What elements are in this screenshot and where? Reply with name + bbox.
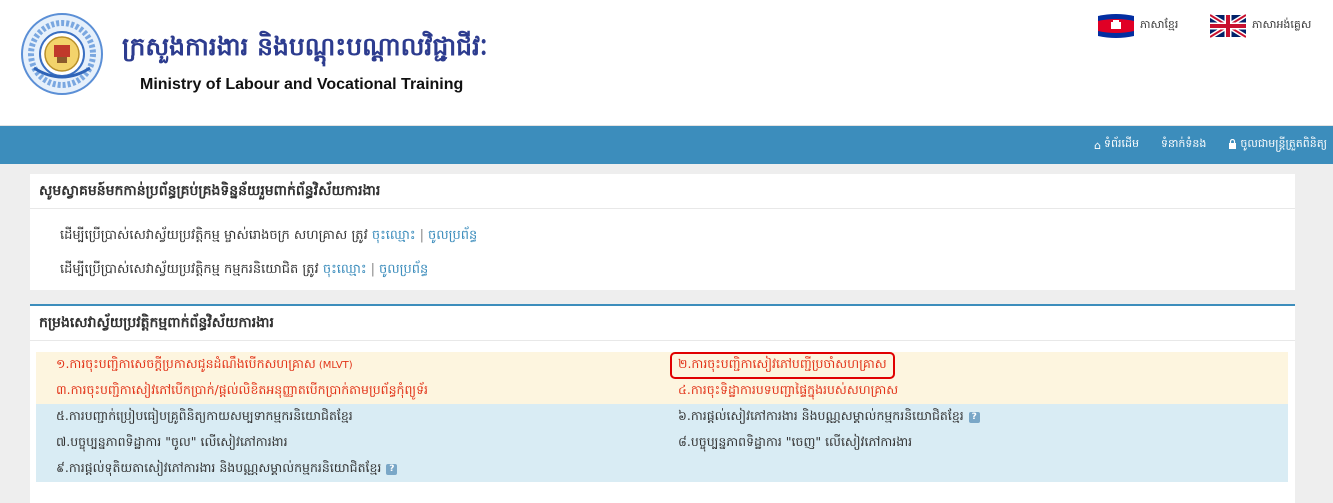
service-row: ៣.ការចុះបញ្ជិកាសៀវភៅបើកប្រាក់/ផ្តល់លិខិត… [36, 378, 1288, 404]
home-icon: ⌂ [1094, 138, 1102, 152]
service-link-2[interactable]: ២.ការចុះបញ្ជិកាសៀវភៅបញ្ជីប្រចាំសហគ្រាស [670, 351, 895, 379]
language-khmer-label: ភាសាខ្មែរ [1140, 18, 1179, 31]
help-icon[interactable]: ? [386, 463, 398, 475]
worker-register-link[interactable]: ចុះឈ្មោះ [323, 262, 367, 277]
service-row: ៥.ការបញ្ជាក់ប្រៀបធៀបគ្រូពិនិត្យកាយសម្បទា… [36, 404, 1288, 430]
language-english-link[interactable]: ភាសាអង់គ្លេស [1210, 14, 1311, 38]
welcome-panel-title: សូមស្វាគមន៍មកកាន់ប្រព័ន្ធគ្រប់គ្រងទិន្នន… [30, 174, 1295, 209]
welcome-panel: សូមស្វាគមន៍មកកាន់ប្រព័ន្ធគ្រប់គ្រងទិន្នន… [30, 174, 1295, 290]
service-link-7[interactable]: ៧.បច្ចុប្បន្នភាពទិដ្ឋាការ "ចូល" លើសៀវភៅក… [56, 434, 288, 453]
service-cell: ២.ការចុះបញ្ជិកាសៀវភៅបញ្ជីប្រចាំសហគ្រាស [662, 351, 1288, 379]
language-khmer-link[interactable]: ភាសាខ្មែរ [1098, 14, 1178, 38]
nav-home[interactable]: ⌂ ទំព័រដើម [1094, 137, 1139, 153]
nav-inspector-login[interactable]: ចូលជាមន្ត្រីត្រួតពិនិត្យ [1228, 137, 1327, 153]
nav-contact-label: ទំនាក់ទំនង [1160, 137, 1207, 150]
employer-register-link[interactable]: ចុះឈ្មោះ [372, 228, 416, 243]
uk-flag-icon [1210, 14, 1246, 38]
service-cell: ៣.ការចុះបញ្ជិកាសៀវភៅបើកប្រាក់/ផ្តល់លិខិត… [36, 378, 662, 404]
help-icon[interactable]: ? [968, 411, 980, 423]
service-row: ១.ការចុះបញ្ជិកាសេចក្តីប្រកាសជូនដំណឹងបើកស… [36, 351, 1288, 379]
service-row: ៩.ការផ្តល់ទុតិយតាសៀវភៅការងារ និងបណ្ណសម្គ… [36, 456, 1288, 482]
site-header: ក្រសួងការងារ និងបណ្តុះបណ្តាលវិជ្ជាជីវៈ M… [0, 0, 1333, 126]
lock-icon [1228, 138, 1237, 152]
nav-inspector-login-label: ចូលជាមន្ត្រីត្រួតពិនិត្យ [1240, 137, 1327, 150]
language-english-label: ភាសាអង់គ្លេស [1252, 18, 1312, 31]
service-1-suffix: (MLVT) [318, 359, 353, 371]
service-link-5[interactable]: ៥.ការបញ្ជាក់ប្រៀបធៀបគ្រូពិនិត្យកាយសម្បទា… [56, 408, 353, 427]
service-cell: ៦.ការផ្តល់សៀវភៅការងារ និងបណ្ណសម្គាល់កម្ម… [662, 404, 1288, 430]
service-link-8[interactable]: ៨.បច្ចុប្បន្នភាពទិដ្ឋាការ "ចេញ" លើសៀវភៅក… [678, 434, 912, 453]
service-cell: ៧.បច្ចុប្បន្នភាពទិដ្ឋាការ "ចូល" លើសៀវភៅក… [36, 430, 662, 456]
nav-home-label: ទំព័រដើម [1104, 137, 1139, 150]
service-link-4[interactable]: ៤.ការចុះទិដ្ឋាការបទបញ្ជាផ្ទៃក្នុងរបស់សហគ… [678, 382, 898, 401]
nav-menu: ⌂ ទំព័រដើម ទំនាក់ទំនង ចូលជាមន្ត្រីត្រួតព… [1072, 126, 1327, 164]
employer-info-text: ដើម្បីប្រើប្រាស់សេវាស្វ័យប្រវត្តិកម្ម ម្… [60, 228, 368, 243]
worker-login-link[interactable]: ចូលប្រព័ន្ធ [379, 262, 428, 277]
nav-contact[interactable]: ទំនាក់ទំនង [1161, 137, 1206, 153]
link-separator: | [419, 228, 425, 243]
services-panel: កម្រងសេវាស្វ័យប្រវត្តិកម្មពាក់ព័ន្ធវិស័យ… [30, 304, 1295, 503]
service-cell: ១.ការចុះបញ្ជិកាសេចក្តីប្រកាសជូនដំណឹងបើកស… [36, 352, 662, 378]
cambodia-flag-icon [1098, 14, 1134, 38]
service-cell: ៤.ការចុះទិដ្ឋាការបទបញ្ជាផ្ទៃក្នុងរបស់សហគ… [662, 378, 1288, 404]
worker-info-line: ដើម្បីប្រើប្រាស់សេវាស្វ័យប្រវត្តិកម្ម កម… [60, 261, 428, 280]
employer-login-link[interactable]: ចូលប្រព័ន្ធ [428, 228, 477, 243]
service-cell: ៨.បច្ចុប្បន្នភាពទិដ្ឋាការ "ចេញ" លើសៀវភៅក… [662, 430, 1288, 456]
service-cell: ៩.ការផ្តល់ទុតិយតាសៀវភៅការងារ និងបណ្ណសម្គ… [36, 456, 662, 482]
service-link-1[interactable]: ១.ការចុះបញ្ជិកាសេចក្តីប្រកាសជូនដំណឹងបើកស… [56, 356, 353, 375]
top-navbar: ⌂ ទំព័រដើម ទំនាក់ទំនង ចូលជាមន្ត្រីត្រួតព… [0, 126, 1333, 164]
ministry-title-english: Ministry of Labour and Vocational Traini… [140, 76, 464, 93]
worker-info-text: ដើម្បីប្រើប្រាស់សេវាស្វ័យប្រវត្តិកម្ម កម… [60, 262, 319, 277]
ministry-emblem-logo[interactable] [20, 12, 104, 96]
service-link-6[interactable]: ៦.ការផ្តល់សៀវភៅការងារ និងបណ្ណសម្គាល់កម្ម… [678, 408, 964, 427]
link-separator: | [370, 262, 376, 277]
service-cell: ៥.ការបញ្ជាក់ប្រៀបធៀបគ្រូពិនិត្យកាយសម្បទា… [36, 404, 662, 430]
services-panel-title: កម្រងសេវាស្វ័យប្រវត្តិកម្មពាក់ព័ន្ធវិស័យ… [30, 306, 1295, 341]
service-cell-empty [662, 456, 1288, 482]
ministry-title-khmer: ក្រសួងការងារ និងបណ្តុះបណ្តាលវិជ្ជាជីវៈ [122, 32, 488, 61]
services-grid: ១.ការចុះបញ្ជិកាសេចក្តីប្រកាសជូនដំណឹងបើកស… [36, 351, 1288, 482]
service-link-9[interactable]: ៩.ការផ្តល់ទុតិយតាសៀវភៅការងារ និងបណ្ណសម្គ… [56, 460, 381, 479]
employer-info-line: ដើម្បីប្រើប្រាស់សេវាស្វ័យប្រវត្តិកម្ម ម្… [60, 227, 477, 246]
service-link-3[interactable]: ៣.ការចុះបញ្ជិកាសៀវភៅបើកប្រាក់/ផ្តល់លិខិត… [56, 382, 428, 401]
service-row: ៧.បច្ចុប្បន្នភាពទិដ្ឋាការ "ចូល" លើសៀវភៅក… [36, 430, 1288, 456]
